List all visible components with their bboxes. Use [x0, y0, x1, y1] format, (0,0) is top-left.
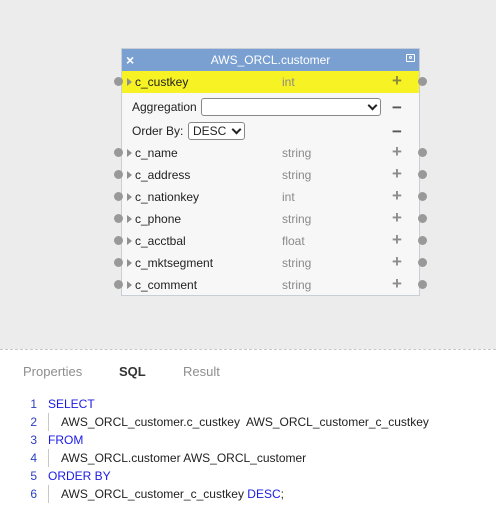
code-text: AWS_ORCL_customer_c_custkey DESC;: [61, 487, 284, 501]
port-left-c-acctbal[interactable]: [114, 236, 123, 245]
aggregation-label: Aggregation: [132, 100, 197, 114]
column-type: string: [282, 256, 312, 270]
indent-guide: [48, 449, 49, 467]
code-text: AWS_ORCL.customer AWS_ORCL_customer: [61, 451, 307, 465]
column-row[interactable]: c_phone string +: [122, 208, 419, 230]
caret-right-icon[interactable]: [127, 259, 132, 267]
plus-icon[interactable]: +: [392, 72, 402, 90]
plus-icon[interactable]: +: [392, 143, 402, 161]
column-row-selected[interactable]: c_custkey int +: [122, 71, 419, 93]
plus-icon[interactable]: +: [392, 165, 402, 183]
plus-icon[interactable]: +: [392, 275, 402, 293]
code-text: SELECT: [48, 397, 95, 411]
code-line[interactable]: 3 FROM: [0, 431, 496, 449]
column-name: c_phone: [135, 212, 182, 226]
port-left-c-address[interactable]: [114, 170, 123, 179]
port-right-c-name[interactable]: [418, 148, 427, 157]
order-by-label: Order By:: [132, 124, 184, 138]
line-number: 3: [30, 433, 37, 447]
column-name: c_custkey: [135, 75, 189, 89]
remove-aggregation-icon[interactable]: −: [392, 99, 402, 116]
port-right-c-custkey[interactable]: [418, 77, 427, 86]
plus-icon[interactable]: +: [392, 253, 402, 271]
tab-sql[interactable]: SQL: [119, 364, 146, 380]
caret-right-icon[interactable]: [127, 193, 132, 201]
column-row[interactable]: c_comment string +: [122, 274, 419, 296]
code-terminator: ;: [280, 487, 284, 501]
order-by-select-value: DESC: [193, 124, 227, 138]
column-name: c_nationkey: [135, 190, 200, 204]
caret-right-icon[interactable]: [127, 171, 132, 179]
chevron-down-icon: [231, 124, 242, 135]
code-line[interactable]: 2 AWS_ORCL_customer.c_custkey AWS_ORCL_c…: [0, 413, 496, 431]
bottom-tabs: Properties SQL Result: [0, 360, 496, 386]
query-canvas[interactable]: × AWS_ORCL.customer c_custkey int + Aggr…: [0, 0, 496, 349]
line-number: 6: [30, 487, 37, 501]
table-node-header[interactable]: × AWS_ORCL.customer: [122, 49, 419, 71]
line-number: 4: [30, 451, 37, 465]
chevron-down-icon: [367, 100, 378, 111]
port-right-c-nationkey[interactable]: [418, 192, 427, 201]
port-left-c-name[interactable]: [114, 148, 123, 157]
port-right-c-comment[interactable]: [418, 280, 427, 289]
indent-guide: [48, 485, 49, 503]
caret-right-icon[interactable]: [127, 237, 132, 245]
caret-right-icon[interactable]: [127, 281, 132, 289]
order-by-select[interactable]: DESC: [188, 122, 245, 140]
column-type: string: [282, 168, 312, 182]
column-name: c_name: [135, 146, 178, 160]
plus-icon[interactable]: +: [392, 231, 402, 249]
code-text: AWS_ORCL_customer.c_custkey AWS_ORCL_cus…: [61, 415, 429, 429]
line-number: 2: [30, 415, 37, 429]
tab-result[interactable]: Result: [183, 364, 220, 380]
port-left-c-phone[interactable]: [114, 214, 123, 223]
indent-guide: [48, 413, 49, 431]
column-name: c_address: [135, 168, 191, 182]
column-name: c_comment: [135, 278, 198, 292]
port-left-c-nationkey[interactable]: [114, 192, 123, 201]
column-row[interactable]: c_name string +: [122, 142, 419, 164]
plus-icon[interactable]: +: [392, 187, 402, 205]
column-row[interactable]: c_mktsegment string +: [122, 252, 419, 274]
code-text: ORDER BY: [48, 469, 111, 483]
code-line[interactable]: 5 ORDER BY: [0, 467, 496, 485]
column-type: string: [282, 146, 312, 160]
remove-order-by-icon[interactable]: −: [392, 123, 402, 140]
column-type: string: [282, 212, 312, 226]
column-type: int: [282, 190, 295, 204]
code-line[interactable]: 4 AWS_ORCL.customer AWS_ORCL_customer: [0, 449, 496, 467]
port-left-c-custkey[interactable]: [114, 77, 123, 86]
port-right-c-mktsegment[interactable]: [418, 258, 427, 267]
line-number: 1: [30, 397, 37, 411]
column-row[interactable]: c_acctbal float +: [122, 230, 419, 252]
panel-splitter[interactable]: [0, 349, 496, 350]
expand-icon[interactable]: [406, 54, 415, 62]
caret-right-icon[interactable]: [127, 215, 132, 223]
column-type: int: [282, 75, 295, 89]
column-row[interactable]: c_address string +: [122, 164, 419, 186]
port-right-c-address[interactable]: [418, 170, 427, 179]
code-text: FROM: [48, 433, 84, 447]
caret-right-icon[interactable]: [127, 149, 132, 157]
column-type: string: [282, 278, 312, 292]
plus-icon[interactable]: +: [392, 209, 402, 227]
port-right-c-phone[interactable]: [418, 214, 427, 223]
code-keyword: DESC: [247, 487, 281, 501]
column-name: c_mktsegment: [135, 256, 214, 270]
code-identifier: AWS_ORCL_customer_c_custkey: [61, 487, 248, 501]
port-left-c-mktsegment[interactable]: [114, 258, 123, 267]
line-number: 5: [30, 469, 37, 483]
code-line[interactable]: 6 AWS_ORCL_customer_c_custkey DESC;: [0, 485, 496, 503]
tab-properties[interactable]: Properties: [23, 364, 82, 380]
port-left-c-comment[interactable]: [114, 280, 123, 289]
column-name: c_acctbal: [135, 234, 186, 248]
caret-right-icon[interactable]: [127, 78, 132, 86]
column-row[interactable]: c_nationkey int +: [122, 186, 419, 208]
aggregation-select[interactable]: [201, 98, 381, 116]
column-type: float: [282, 234, 305, 248]
table-node-title: AWS_ORCL.customer: [210, 53, 331, 67]
port-right-c-acctbal[interactable]: [418, 236, 427, 245]
table-node[interactable]: × AWS_ORCL.customer c_custkey int + Aggr…: [121, 48, 420, 296]
code-line[interactable]: 1 SELECT: [0, 395, 496, 413]
